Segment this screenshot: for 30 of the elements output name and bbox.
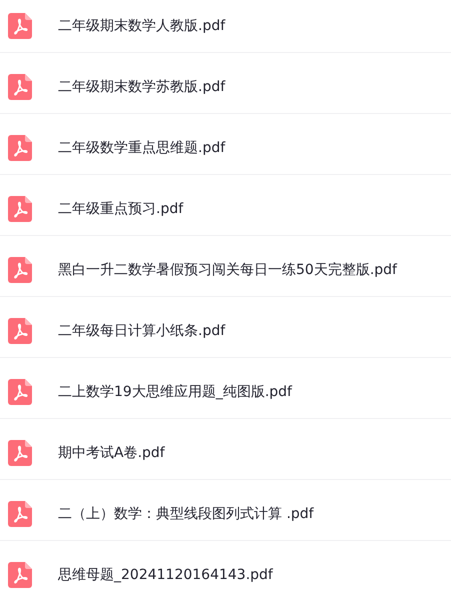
file-row[interactable]: 二（上）数学：典型线段图列式计算 .pdf <box>0 488 451 541</box>
pdf-file-icon <box>8 318 32 344</box>
pdf-file-icon <box>8 196 32 222</box>
pdf-file-icon <box>8 135 32 161</box>
file-row[interactable]: 期中考试A卷.pdf <box>0 427 451 480</box>
pdf-file-icon <box>8 74 32 100</box>
file-row[interactable]: 黑白一升二数学暑假预习闯关每日一练50天完整版.pdf <box>0 244 451 297</box>
pdf-file-icon <box>8 501 32 527</box>
file-name: 二年级期末数学苏教版.pdf <box>58 78 226 96</box>
file-name: 期中考试A卷.pdf <box>58 444 165 462</box>
file-row[interactable]: 二年级数学重点思维题.pdf <box>0 122 451 175</box>
file-name: 二年级数学重点思维题.pdf <box>58 139 226 157</box>
file-name: 思维母题_20241120164143.pdf <box>58 566 273 584</box>
pdf-file-icon <box>8 257 32 283</box>
file-row[interactable]: 二年级每日计算小纸条.pdf <box>0 305 451 358</box>
file-row[interactable]: 二年级重点预习.pdf <box>0 183 451 236</box>
file-name: 二年级每日计算小纸条.pdf <box>58 322 226 340</box>
file-row[interactable]: 二年级期末数学人教版.pdf <box>0 0 451 53</box>
file-row[interactable]: 二上数学19大思维应用题_纯图版.pdf <box>0 366 451 419</box>
file-name: 黑白一升二数学暑假预习闯关每日一练50天完整版.pdf <box>58 261 397 279</box>
file-row[interactable]: 思维母题_20241120164143.pdf <box>0 549 451 595</box>
pdf-file-icon <box>8 379 32 405</box>
pdf-file-icon <box>8 562 32 588</box>
file-name: 二上数学19大思维应用题_纯图版.pdf <box>58 383 292 401</box>
file-name: 二（上）数学：典型线段图列式计算 .pdf <box>58 505 314 523</box>
file-name: 二年级重点预习.pdf <box>58 200 184 218</box>
pdf-file-icon <box>8 13 32 39</box>
file-name: 二年级期末数学人教版.pdf <box>58 17 226 35</box>
pdf-file-icon <box>8 440 32 466</box>
file-row[interactable]: 二年级期末数学苏教版.pdf <box>0 61 451 114</box>
